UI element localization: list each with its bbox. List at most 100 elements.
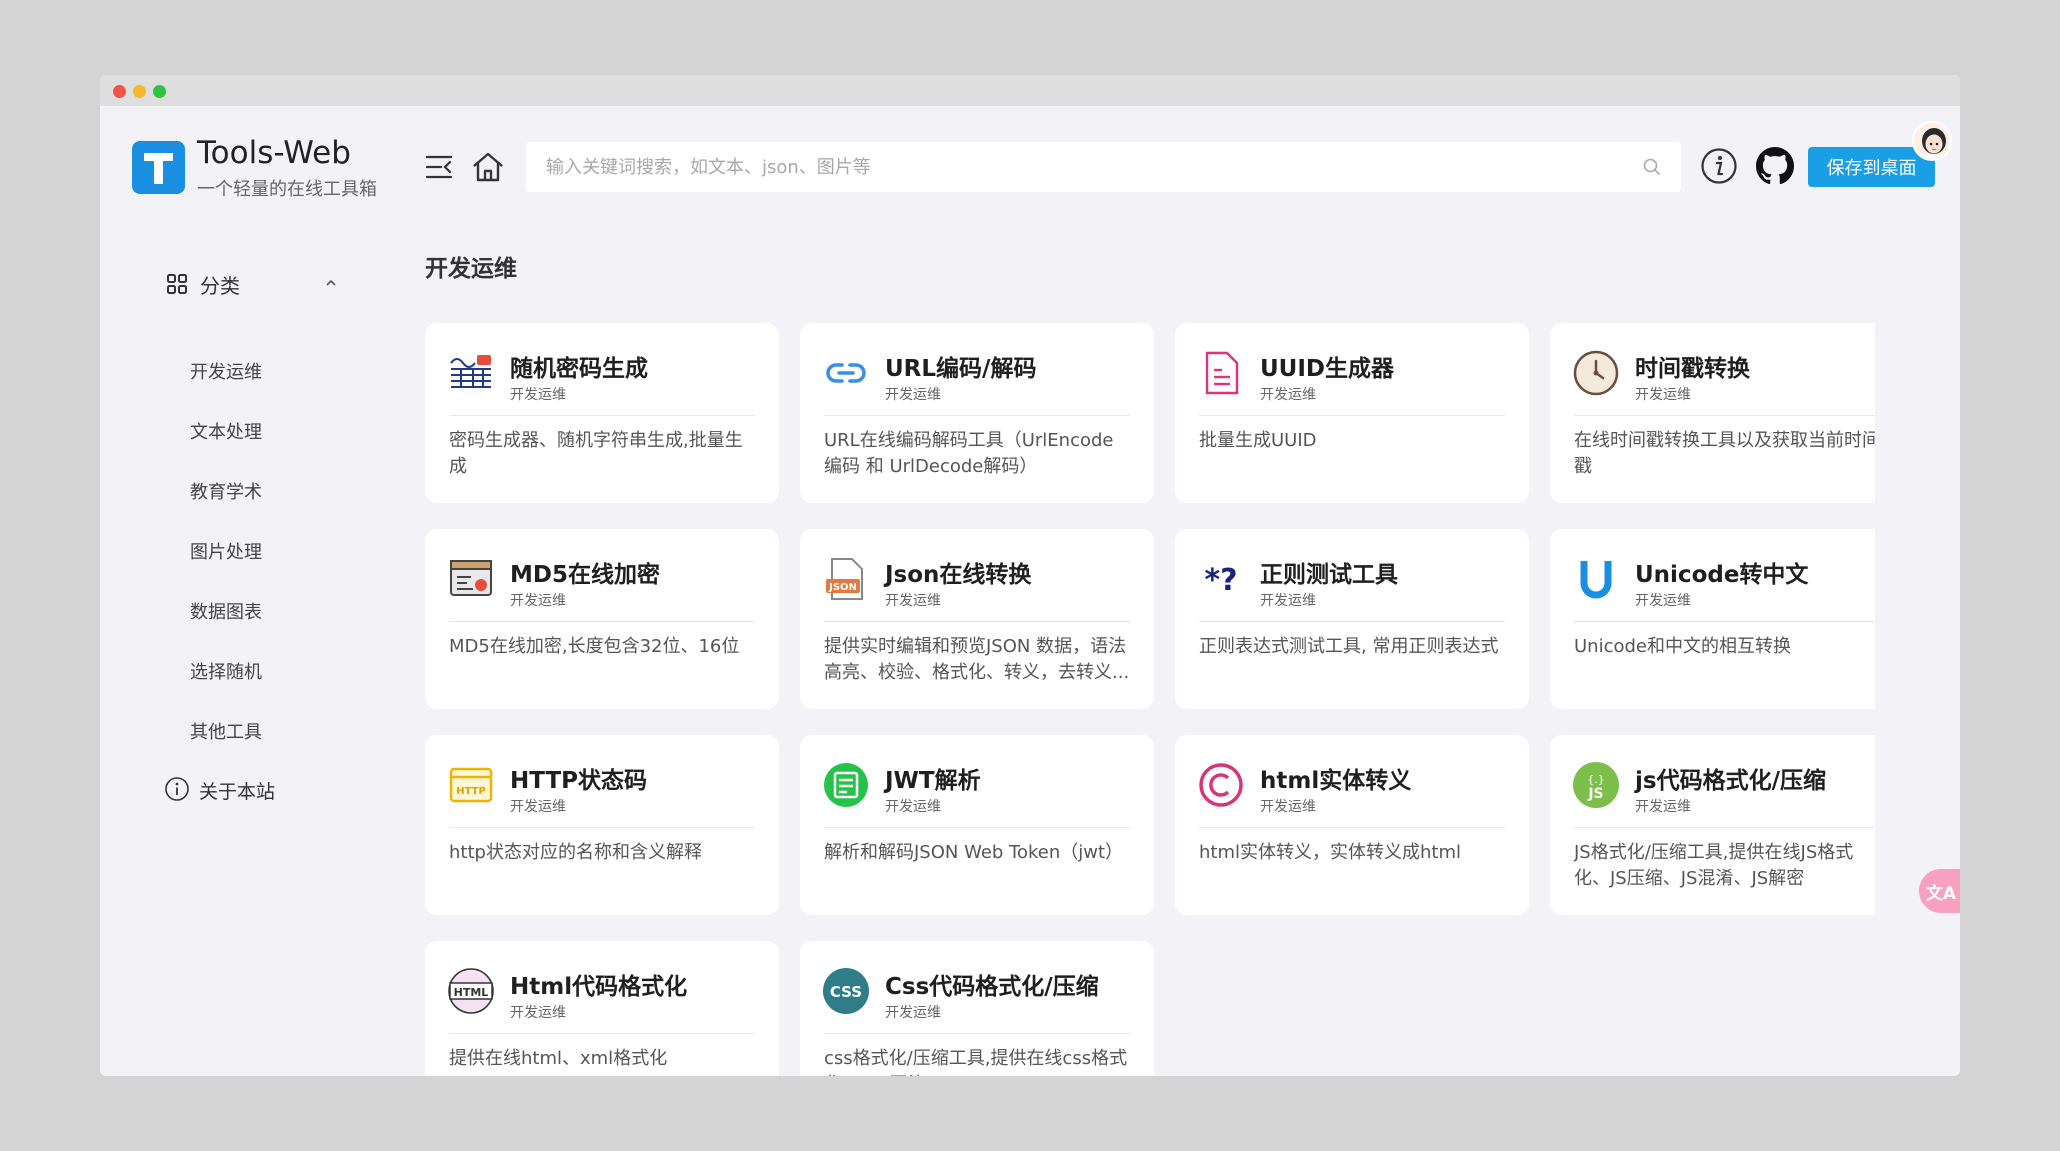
github-icon[interactable] (1756, 147, 1794, 185)
css-icon: CSS (823, 968, 869, 1014)
card-title: Unicode转中文 (1635, 562, 1809, 588)
category-toggle[interactable]: 分类 (166, 268, 346, 298)
tool-card-unicode[interactable]: Unicode转中文 开发运维 Unicode和中文的相互转换 (1550, 529, 1875, 709)
json-file-icon: JSON (826, 558, 863, 600)
card-description: MD5在线加密,长度包含32位、16位 (449, 636, 740, 657)
translate-icon: 文A (1925, 883, 1957, 904)
card-divider (824, 827, 1130, 828)
card-description: html实体转义，实体转义成html (1199, 842, 1462, 863)
card-category: 开发运维 (1260, 593, 1316, 609)
card-title: 正则测试工具 (1260, 562, 1398, 588)
card-description: 正则表达式测试工具, 常用正则表达式 (1199, 636, 1499, 657)
card-title: 时间戳转换 (1635, 356, 1750, 382)
maximize-window-button[interactable] (153, 85, 166, 98)
unicode-icon (1580, 561, 1612, 599)
card-title: URL编码/解码 (885, 356, 1037, 382)
card-category: 开发运维 (885, 593, 941, 609)
about-site-label: 关于本站 (199, 781, 276, 803)
sidebar-item-image[interactable]: 图片处理 (190, 538, 262, 564)
jwt-icon (824, 763, 868, 807)
search-icon[interactable] (1643, 158, 1661, 176)
tool-card-password[interactable]: 随机密码生成 开发运维 密码生成器、随机字符串生成,批量生成 (425, 323, 779, 503)
app-subtitle: 一个轻量的在线工具箱 (197, 179, 377, 200)
md5-icon (450, 560, 492, 596)
http-icon: HTTP (449, 767, 493, 803)
title-bar (100, 75, 1960, 106)
card-title: Html代码格式化 (510, 974, 688, 1000)
tool-card-json[interactable]: JSON Json在线转换 开发运维 提供实时编辑和预览JSON 数据，语法高亮… (800, 529, 1154, 709)
section-title: 开发运维 (425, 256, 517, 282)
tool-card-html-entity[interactable]: html实体转义 开发运维 html实体转义，实体转义成html (1175, 735, 1529, 915)
chevron-up-icon[interactable] (324, 276, 338, 290)
tool-card-js-format[interactable]: {.} JS js代码格式化/压缩 开发运维 JS格式化/压缩工具,提供在线JS… (1550, 735, 1875, 915)
card-description: 解析和解码JSON Web Token（jwt） (824, 842, 1124, 863)
tool-card-regex[interactable]: *? 正则测试工具 开发运维 正则表达式测试工具, 常用正则表达式 (1175, 529, 1529, 709)
tool-card-css-format[interactable]: CSS Css代码格式化/压缩 开发运维 css格式化/压缩工具,提供在线css… (800, 941, 1154, 1076)
tool-card-md5[interactable]: MD5在线加密 开发运维 MD5在线加密,长度包含32位、16位 (425, 529, 779, 709)
sidebar-item-devops[interactable]: 开发运维 (190, 358, 262, 384)
clock-icon (1573, 350, 1619, 396)
app-logo[interactable] (132, 141, 185, 194)
card-description: 提供在线html、xml格式化 (449, 1048, 668, 1069)
app-title: Tools-Web (197, 135, 351, 171)
menu-fold-icon[interactable] (424, 152, 454, 182)
card-description: Unicode和中文的相互转换 (1574, 636, 1791, 657)
search-input[interactable] (526, 142, 1681, 192)
tool-card-http-status[interactable]: HTTP HTTP状态码 开发运维 http状态对应的名称和含义解释 (425, 735, 779, 915)
card-divider (1574, 827, 1875, 828)
card-divider (449, 621, 755, 622)
card-divider (824, 415, 1130, 416)
info-icon[interactable] (1700, 147, 1738, 185)
sidebar-item-education[interactable]: 教育学术 (190, 478, 262, 504)
card-title: JWT解析 (885, 768, 981, 794)
sidebar-item-text[interactable]: 文本处理 (190, 418, 262, 444)
translate-button[interactable]: 文A (1919, 869, 1960, 913)
js-icon-braces: {.} (1587, 773, 1605, 786)
sidebar-item-random[interactable]: 选择随机 (190, 658, 262, 684)
close-window-button[interactable] (113, 85, 126, 98)
link-icon (826, 363, 866, 383)
logo-t-icon (144, 153, 173, 184)
card-divider (1574, 621, 1875, 622)
avatar-girl-icon (1922, 128, 1946, 159)
card-title: MD5在线加密 (510, 562, 660, 588)
html-icon: HTML (448, 968, 494, 1014)
card-title: 随机密码生成 (510, 356, 648, 382)
card-divider (449, 827, 755, 828)
tool-card-jwt[interactable]: JWT解析 开发运维 解析和解码JSON Web Token（jwt） (800, 735, 1154, 915)
card-divider (1199, 415, 1505, 416)
sidebar-item-data-chart[interactable]: 数据图表 (190, 598, 262, 624)
card-divider (1574, 415, 1875, 416)
js-icon: {.} JS (1573, 762, 1619, 808)
html-icon-text: HTML (454, 986, 489, 999)
avatar[interactable] (1912, 121, 1952, 161)
json-icon-text: JSON (828, 582, 857, 593)
card-category: 开发运维 (885, 1005, 941, 1021)
minimize-window-button[interactable] (133, 85, 146, 98)
card-description: http状态对应的名称和含义解释 (449, 842, 702, 863)
http-icon-text: HTTP (456, 786, 486, 797)
category-grid-icon (167, 274, 187, 294)
tool-card-timestamp[interactable]: 时间戳转换 开发运维 在线时间戳转换工具以及获取当前时间戳 (1550, 323, 1875, 503)
card-description: 在线时间戳转换工具以及获取当前时间戳 (1574, 430, 1875, 477)
card-category: 开发运维 (885, 799, 941, 815)
card-category: 开发运维 (1260, 387, 1316, 403)
tool-card-html-format[interactable]: HTML Html代码格式化 开发运维 提供在线html、xml格式化 (425, 941, 779, 1076)
card-title: UUID生成器 (1260, 356, 1395, 382)
home-icon[interactable] (471, 150, 505, 184)
regex-icon-text: *? (1204, 563, 1237, 598)
card-category: 开发运维 (510, 387, 566, 403)
sidebar-item-other[interactable]: 其他工具 (190, 718, 262, 744)
info-circle-icon (165, 777, 189, 801)
card-divider (824, 1033, 1130, 1034)
search-bar (526, 142, 1681, 192)
card-description: URL在线编码解码工具（UrlEncode编码 和 UrlDecode解码） (824, 430, 1114, 477)
card-title: Json在线转换 (885, 562, 1032, 588)
card-divider (824, 621, 1130, 622)
card-divider (449, 415, 755, 416)
tool-card-url-encode[interactable]: URL编码/解码 开发运维 URL在线编码解码工具（UrlEncode编码 和 … (800, 323, 1154, 503)
card-category: 开发运维 (510, 593, 566, 609)
card-divider (1199, 621, 1505, 622)
tool-card-uuid[interactable]: UUID生成器 开发运维 批量生成UUID (1175, 323, 1529, 503)
card-category: 开发运维 (1635, 593, 1691, 609)
